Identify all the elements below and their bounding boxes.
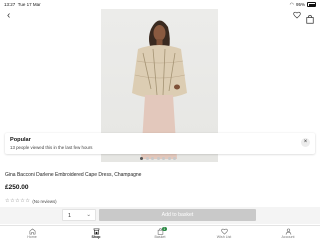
carousel-dot[interactable] [151,157,154,160]
popular-message: 13 people viewed this in the last few ho… [10,144,93,150]
tab-basket[interactable]: 1 Basket [140,226,180,239]
carousel-dot[interactable] [140,157,143,160]
carousel-dot[interactable] [156,157,160,160]
carousel-dot[interactable] [173,157,176,160]
wishlist-button[interactable] [293,10,301,22]
purchase-bar: 1 ⌄ Add to basket [0,207,320,224]
wifi-icon: ◠ [289,1,294,8]
battery-icon [307,2,316,7]
heart-icon [220,228,228,235]
battery-percent: 95% [295,2,305,7]
tab-account[interactable]: Account [268,226,308,239]
tab-shop[interactable]: Shop [76,226,116,239]
home-icon [29,228,35,234]
bottom-tab-bar: Home Shop 1 Basket Wish List Account [0,225,320,240]
chevron-left-icon: ‹ [7,10,11,21]
carousel-dot[interactable] [145,157,149,160]
battery-indicator: ◠ 95% [290,2,316,8]
tab-home-label: Home [27,235,37,239]
carousel-dot[interactable] [167,157,171,160]
review-count: (No reviews) [32,198,57,204]
product-price: £250.00 [5,184,29,191]
basket-button[interactable] [306,11,314,24]
tab-wish-list-label: Wish List [216,235,232,239]
product-title: Gina Bacconi Darlene Embroidered Cape Dr… [5,172,142,178]
rating-row[interactable]: ☆☆☆☆☆ (No reviews) [5,198,57,204]
chevron-down-icon: ⌄ [86,211,91,218]
carousel-dot[interactable] [162,157,165,160]
carousel-pagination[interactable] [140,157,176,160]
add-to-basket-button[interactable]: Add to basket [99,209,256,221]
shopping-bag-icon [306,15,314,24]
tab-basket-label: Basket [154,235,166,239]
quantity-select[interactable]: 1 ⌄ [62,209,96,221]
tab-wish-list[interactable]: Wish List [204,226,244,239]
tab-home[interactable]: Home [12,226,52,239]
star-rating-icon: ☆☆☆☆☆ [5,198,31,204]
status-date: Tue 17 Mar [17,2,41,7]
tab-shop-label: Shop [91,235,101,239]
basket-count-badge: 1 [162,226,167,231]
popular-title: Popular [10,136,31,143]
close-popular-button[interactable]: × [301,138,310,147]
status-clock: 13:27 [4,2,16,7]
status-time: 13:27 Tue 17 Mar [4,2,41,7]
back-button[interactable]: ‹ [7,10,10,22]
top-navigation: ‹ [0,9,320,25]
close-icon: × [303,139,308,145]
quantity-value: 1 [68,212,72,219]
popular-notice: Popular 13 people viewed this in the las… [5,133,315,154]
tab-account-label: Account [281,235,295,239]
status-bar: 13:27 Tue 17 Mar ◠ 95% [0,0,320,9]
heart-icon [293,11,301,19]
shop-icon [93,228,99,234]
person-icon [285,228,291,235]
